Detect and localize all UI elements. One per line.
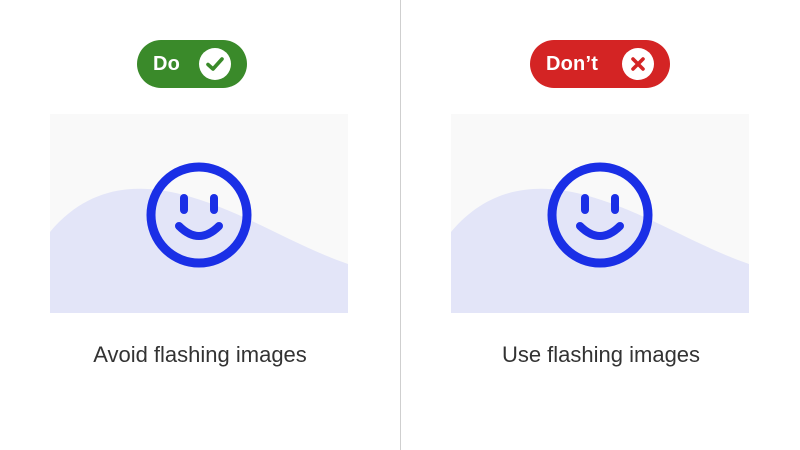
dont-panel: Don’t Use flashing images bbox=[401, 0, 800, 450]
do-illustration bbox=[50, 114, 348, 313]
hill-shape bbox=[451, 188, 749, 313]
dont-badge: Don’t bbox=[530, 40, 670, 88]
do-badge: Do bbox=[137, 40, 247, 88]
hill-shape bbox=[50, 188, 348, 313]
checkmark-icon bbox=[199, 48, 231, 80]
do-caption: Avoid flashing images bbox=[93, 342, 307, 367]
dont-caption: Use flashing images bbox=[501, 342, 701, 367]
dont-illustration bbox=[451, 114, 749, 313]
close-x-icon bbox=[622, 48, 654, 80]
illustration-scene bbox=[50, 162, 348, 313]
do-panel: Do Avoid flashing images bbox=[0, 0, 400, 450]
illustration-scene bbox=[451, 162, 749, 313]
do-badge-label: Do bbox=[153, 52, 181, 75]
dont-badge-label: Don’t bbox=[546, 52, 599, 75]
